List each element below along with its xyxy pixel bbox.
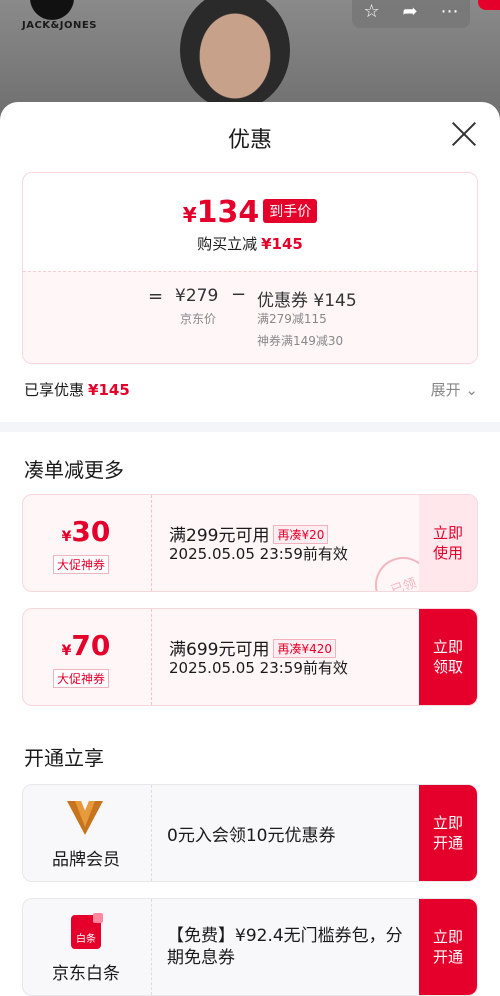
jd-price: ¥279 [175, 286, 219, 306]
instant-saving: 购买立减 ¥145 [23, 233, 477, 254]
coupon-detail-2: 神券满149减30 [257, 334, 344, 348]
coupon-divider [151, 495, 152, 591]
price-breakdown: = ¥279 京东价 − 优惠券 ¥145 满279减115 神券满149减30 [23, 271, 477, 363]
open-baitiao-button[interactable]: 立即 开通 [419, 899, 477, 995]
coupon-amount: ¥30 [23, 515, 149, 548]
price-symbol: ¥ [182, 203, 197, 227]
coupon-detail-1: 满279减115 [257, 312, 327, 326]
enjoyed-discount: 已享优惠 ¥145 [24, 379, 130, 400]
final-price-tag: 到手价 [263, 199, 318, 223]
sheet-title: 优惠 [227, 128, 272, 153]
price-summary-card: ¥134 到手价 购买立减 ¥145 = ¥279 京东价 − 优惠券 ¥145 满… [22, 172, 478, 364]
perk-name: 品牌会员 [52, 850, 120, 870]
coupon-type-label: 大促神券 [53, 669, 110, 688]
brand-name: JACK&JONES [22, 20, 97, 31]
baitiao-icon: 白条 [71, 913, 103, 949]
section-title-more: 凑单减更多 [24, 458, 124, 482]
close-icon[interactable] [450, 120, 478, 148]
join-member-button[interactable]: 立即 开通 [419, 785, 477, 881]
enjoyed-label: 已享优惠 [24, 381, 85, 399]
section-title-perks: 开通立享 [24, 746, 104, 770]
coupon-type-label: 大促神券 [53, 555, 110, 574]
jd-price-label: 京东价 [179, 312, 216, 326]
coupon-value: 70 [71, 629, 111, 662]
perk-divider [151, 785, 152, 881]
perk-card: 品牌会员 0元入会领10元优惠券 立即 开通 [22, 784, 478, 882]
coupon-divider [151, 609, 152, 705]
saving-label: 购买立减 [197, 235, 258, 253]
top-action-bar: ☆ ➦ ⋯ [352, 0, 470, 28]
perk-card: 白条 京东白条 【免费】¥92.4无门槛券包，分期免息券 立即 开通 [22, 898, 478, 996]
equals-sign: = [148, 286, 164, 307]
coupon-total: 优惠券 ¥145 [257, 291, 357, 311]
perk-description: 0元入会领10元优惠券 [167, 826, 336, 846]
coupon-value: 30 [71, 515, 111, 548]
perk-divider [151, 899, 152, 995]
notification-badge [478, 0, 500, 10]
final-price: ¥134 到手价 [23, 195, 477, 230]
minus-sign: − [231, 284, 247, 305]
coupon-symbol: ¥ [61, 643, 72, 659]
perk-name: 京东白条 [52, 964, 120, 984]
coupon-symbol: ¥ [61, 529, 72, 545]
brand-member-icon [67, 801, 103, 835]
price-value: 134 [196, 195, 260, 230]
perk-description: 【免费】¥92.4无门槛券包，分期免息券 [167, 926, 403, 968]
coupon-expiry: 2025.05.05 23:59前有效 [169, 659, 348, 677]
coupon-more-badge: 再凑¥420 [273, 639, 336, 658]
brand-logo [30, 0, 74, 20]
enjoyed-amount: ¥145 [88, 381, 130, 399]
saving-amount: ¥145 [261, 235, 303, 253]
model-photo [180, 0, 290, 110]
coupon-card: ¥30 大促神券 满299元可用 再凑¥20 2025.05.05 23:59前有… [22, 494, 478, 592]
more-icon[interactable]: ⋯ [441, 1, 459, 22]
star-icon[interactable]: ☆ [363, 1, 379, 22]
share-icon[interactable]: ➦ [403, 1, 418, 22]
coupon-amount: ¥70 [23, 629, 149, 662]
claim-coupon-button[interactable]: 立即 领取 [419, 609, 477, 705]
use-coupon-button[interactable]: 立即 使用 [419, 495, 477, 591]
section-divider [0, 422, 500, 432]
coupon-more-badge: 再凑¥20 [273, 525, 329, 544]
coupon-expiry: 2025.05.05 23:59前有效 [169, 545, 348, 563]
coupon-card: ¥70 大促神券 满699元可用 再凑¥420 2025.05.05 23:59前… [22, 608, 478, 706]
discount-sheet: 优惠 ¥134 到手价 购买立减 ¥145 = ¥279 京东价 − 优惠券 ¥14… [0, 102, 500, 996]
expand-button[interactable]: 展开 ⌄ [431, 379, 478, 400]
